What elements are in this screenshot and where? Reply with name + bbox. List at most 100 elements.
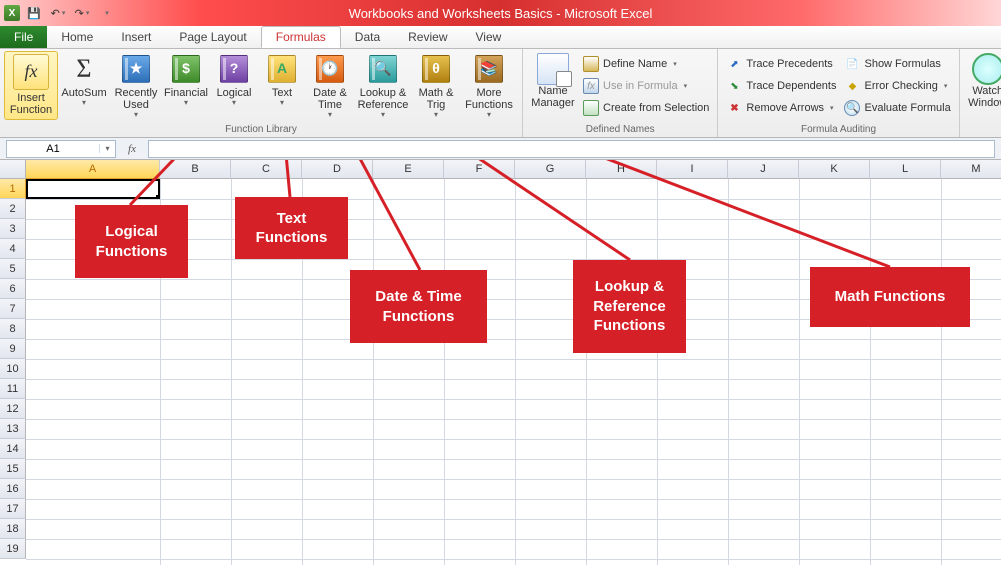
logical-button[interactable]: ? Logical ▾ (210, 51, 258, 120)
book-icon: 🔍 (369, 55, 397, 83)
create-from-selection-button[interactable]: Create from Selection (579, 97, 713, 119)
save-icon[interactable]: 💾 (24, 3, 44, 23)
group-label: Function Library (4, 123, 518, 137)
name-box-value[interactable]: A1 (7, 143, 99, 155)
row-header[interactable]: 14 (0, 439, 26, 459)
chevron-down-icon: ▾ (673, 60, 677, 68)
fx-small-icon: fx (583, 78, 599, 94)
tab-view[interactable]: View (462, 26, 516, 48)
row-header[interactable]: 10 (0, 359, 26, 379)
insert-function-button[interactable]: fx Insert Function (4, 51, 58, 120)
column-header[interactable]: F (444, 160, 515, 179)
lookup-reference-button[interactable]: 🔍 Lookup & Reference ▾ (354, 51, 412, 120)
more-functions-label: More Functions (462, 87, 516, 111)
row-header[interactable]: 12 (0, 399, 26, 419)
name-box[interactable]: A1 ▾ (6, 140, 116, 158)
autosum-button[interactable]: Σ AutoSum ▾ (58, 51, 110, 120)
evaluate-formula-button[interactable]: 🔍 Evaluate Formula (840, 97, 954, 119)
define-name-button[interactable]: Define Name ▾ (579, 53, 713, 75)
select-all-corner[interactable] (0, 160, 26, 179)
trace-precedents-button[interactable]: ⬈ Trace Precedents (722, 53, 840, 75)
callout-datetime: Date & Time Functions (350, 270, 487, 343)
row-header[interactable]: 8 (0, 319, 26, 339)
fx-icon: fx (25, 62, 38, 82)
remove-arrows-button[interactable]: ✖ Remove Arrows ▾ (722, 97, 840, 119)
undo-icon[interactable]: ↶▾ (48, 3, 68, 23)
row-header[interactable]: 6 (0, 279, 26, 299)
column-headers: ABCDEFGHIJKLMN (26, 160, 1001, 179)
callout-lookup: Lookup & Reference Functions (573, 260, 686, 353)
window-title: Workbooks and Worksheets Basics - Micros… (349, 6, 653, 21)
use-in-formula-button[interactable]: fx Use in Formula ▾ (579, 75, 713, 97)
text-button[interactable]: A Text ▾ (258, 51, 306, 120)
column-header[interactable]: K (799, 160, 870, 179)
row-header[interactable]: 19 (0, 539, 26, 559)
tab-insert[interactable]: Insert (107, 26, 165, 48)
row-header[interactable]: 18 (0, 519, 26, 539)
tab-home[interactable]: Home (47, 26, 107, 48)
chevron-down-icon: ▾ (944, 82, 948, 90)
math-trig-button[interactable]: θ Math & Trig ▾ (412, 51, 460, 120)
column-header[interactable]: M (941, 160, 1001, 179)
chevron-down-icon: ▾ (280, 99, 284, 108)
group-watch-window: Watch Window (960, 49, 1001, 137)
redo-icon[interactable]: ↷▾ (72, 3, 92, 23)
tab-review[interactable]: Review (394, 26, 461, 48)
active-cell[interactable] (26, 179, 160, 199)
column-header[interactable]: E (373, 160, 444, 179)
recently-used-button[interactable]: ★ Recently Used ▾ (110, 51, 162, 120)
column-header[interactable]: I (657, 160, 728, 179)
row-header[interactable]: 17 (0, 499, 26, 519)
name-manager-button[interactable]: Name Manager (527, 51, 579, 119)
column-header[interactable]: H (586, 160, 657, 179)
ribbon-tabs: File Home Insert Page Layout Formulas Da… (0, 26, 1001, 49)
column-header[interactable]: A (26, 160, 160, 179)
row-header[interactable]: 4 (0, 239, 26, 259)
row-header[interactable]: 11 (0, 379, 26, 399)
arrow-up-icon: ⬈ (726, 56, 742, 72)
row-header[interactable]: 16 (0, 479, 26, 499)
date-time-button[interactable]: 🕐 Date & Time ▾ (306, 51, 354, 120)
financial-button[interactable]: $ Financial ▾ (162, 51, 210, 120)
column-header[interactable]: J (728, 160, 799, 179)
column-header[interactable]: B (160, 160, 231, 179)
row-header[interactable]: 9 (0, 339, 26, 359)
excel-icon: X (4, 5, 20, 21)
column-header[interactable]: D (302, 160, 373, 179)
row-header[interactable]: 7 (0, 299, 26, 319)
warning-icon: ◆ (844, 78, 860, 94)
book-icon: θ (422, 55, 450, 83)
book-icon: 📚 (475, 55, 503, 83)
recently-used-label: Recently Used (112, 87, 160, 111)
name-manager-icon (537, 53, 569, 85)
date-time-label: Date & Time (308, 87, 352, 111)
row-header[interactable]: 3 (0, 219, 26, 239)
fx-button[interactable]: fx (120, 143, 144, 155)
name-box-dropdown-icon[interactable]: ▾ (99, 144, 115, 153)
tab-formulas[interactable]: Formulas (261, 26, 341, 48)
lookup-reference-label: Lookup & Reference (356, 87, 410, 111)
formula-input[interactable] (148, 140, 995, 158)
column-header[interactable]: L (870, 160, 941, 179)
row-header[interactable]: 13 (0, 419, 26, 439)
column-header[interactable]: G (515, 160, 586, 179)
qat-customize-icon[interactable]: ▾ (96, 3, 116, 23)
tab-file[interactable]: File (0, 26, 47, 48)
tab-page-layout[interactable]: Page Layout (165, 26, 260, 48)
trace-dependents-button[interactable]: ⬊ Trace Dependents (722, 75, 840, 97)
show-formulas-button[interactable]: 📄 Show Formulas (840, 53, 954, 75)
row-header[interactable]: 1 (0, 179, 26, 199)
error-checking-button[interactable]: ◆ Error Checking ▾ (840, 75, 954, 97)
spreadsheet-grid[interactable]: ABCDEFGHIJKLMN 1234567891011121314151617… (0, 160, 1001, 565)
more-functions-button[interactable]: 📚 More Functions ▾ (460, 51, 518, 120)
column-header[interactable]: C (231, 160, 302, 179)
row-header[interactable]: 5 (0, 259, 26, 279)
row-header[interactable]: 15 (0, 459, 26, 479)
selection-icon (583, 100, 599, 116)
chevron-down-icon: ▾ (381, 111, 385, 120)
row-header[interactable]: 2 (0, 199, 26, 219)
tab-data[interactable]: Data (341, 26, 394, 48)
remove-arrows-label: Remove Arrows (746, 102, 824, 114)
watch-window-button[interactable]: Watch Window (964, 51, 1001, 109)
group-defined-names: Name Manager Define Name ▾ fx Use in For… (523, 49, 718, 137)
